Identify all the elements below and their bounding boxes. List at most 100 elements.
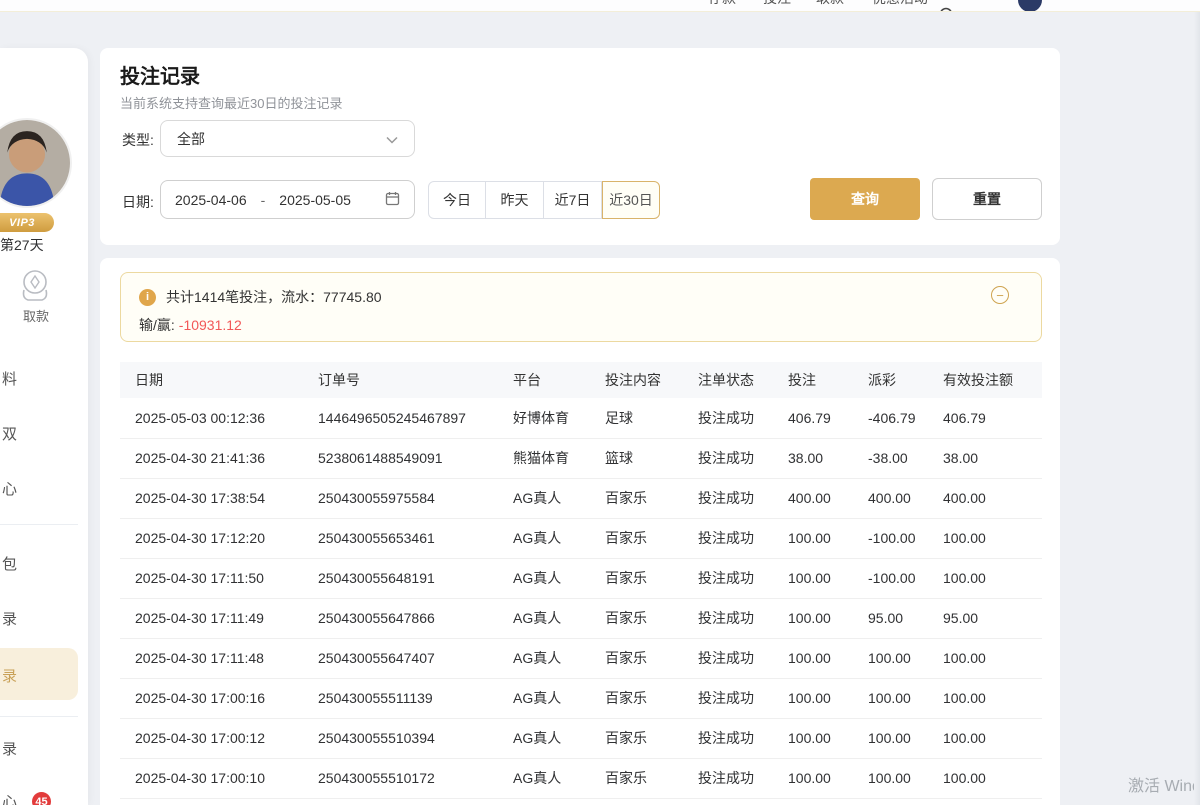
quick-range-button[interactable]: 今日 bbox=[428, 181, 486, 219]
page-subtitle: 当前系统支持查询最近30日的投注记录 bbox=[120, 93, 342, 112]
user-avatar[interactable] bbox=[0, 118, 72, 208]
top-navigation-bar: 存款 投注 取款 优惠活动 bbox=[0, 0, 1200, 12]
cell-status: 投注成功 bbox=[698, 678, 788, 718]
calendar-icon bbox=[385, 191, 400, 209]
table-row[interactable]: 2025-04-30 17:00:16250430055511139AG真人百家… bbox=[120, 678, 1042, 718]
cell-date: 2025-04-30 21:41:36 bbox=[120, 438, 318, 478]
user-sidebar: VIP3 第27天 取款 料双心包录录录心 45 bbox=[0, 48, 88, 805]
cell-content: 百家乐 bbox=[605, 558, 698, 598]
table-row[interactable]: 2025-05-03 00:12:361446496505245467897好博… bbox=[120, 398, 1042, 438]
cell-order: 250430055975584 bbox=[318, 478, 513, 518]
cell-status: 投注成功 bbox=[698, 638, 788, 678]
bet-records-table: 日期订单号平台投注内容注单状态投注派彩有效投注额 2025-05-03 00:1… bbox=[120, 362, 1042, 799]
cell-valid: 100.00 bbox=[943, 518, 1042, 558]
activate-windows-watermark: 激活 Windows bbox=[1128, 772, 1200, 796]
table-row[interactable]: 2025-04-30 17:00:10250430055510172AG真人百家… bbox=[120, 758, 1042, 798]
cell-bet: 100.00 bbox=[788, 598, 868, 638]
cell-valid: 100.00 bbox=[943, 718, 1042, 758]
vip-level-badge: VIP3 bbox=[0, 213, 54, 232]
cell-payout: 100.00 bbox=[868, 718, 943, 758]
cell-content: 百家乐 bbox=[605, 678, 698, 718]
top-nav-bet[interactable]: 投注 bbox=[763, 0, 791, 8]
sidebar-item[interactable]: 双 bbox=[2, 423, 17, 444]
summary-total-text: 共计1414笔投注，流水：77745.80 bbox=[166, 287, 382, 307]
cell-payout: -100.00 bbox=[868, 518, 943, 558]
cell-status: 投注成功 bbox=[698, 518, 788, 558]
collapse-icon[interactable]: − bbox=[991, 286, 1009, 304]
top-nav-promotions[interactable]: 优惠活动 bbox=[872, 0, 928, 8]
cell-valid: 100.00 bbox=[943, 758, 1042, 798]
sidebar-item[interactable]: 心 bbox=[2, 791, 17, 805]
cell-bet: 400.00 bbox=[788, 478, 868, 518]
cell-payout: 100.00 bbox=[868, 758, 943, 798]
date-separator: - bbox=[261, 192, 266, 208]
column-header: 订单号 bbox=[318, 362, 513, 398]
table-row[interactable]: 2025-04-30 17:12:20250430055653461AG真人百家… bbox=[120, 518, 1042, 558]
withdraw-label[interactable]: 取款 bbox=[0, 306, 72, 325]
date-from-value: 2025-04-06 bbox=[175, 192, 247, 208]
summary-box: i 共计1414笔投注，流水：77745.80 输/赢:-10931.12 − bbox=[120, 272, 1042, 342]
date-range-picker[interactable]: 2025-04-06 - 2025-05-05 bbox=[160, 180, 415, 219]
cell-order: 250430055511139 bbox=[318, 678, 513, 718]
cell-order: 250430055510394 bbox=[318, 718, 513, 758]
winloss-value: -10931.12 bbox=[179, 317, 242, 333]
table-row[interactable]: 2025-04-30 17:00:12250430055510394AG真人百家… bbox=[120, 718, 1042, 758]
sidebar-item[interactable]: 包 bbox=[2, 553, 17, 574]
cell-status: 投注成功 bbox=[698, 598, 788, 638]
sidebar-divider bbox=[0, 716, 78, 717]
sidebar-item[interactable]: 录 bbox=[2, 738, 17, 759]
withdraw-icon[interactable] bbox=[16, 268, 54, 304]
sidebar-divider bbox=[0, 524, 78, 525]
cell-payout: -406.79 bbox=[868, 398, 943, 438]
cell-date: 2025-04-30 17:11:49 bbox=[120, 598, 318, 638]
cell-order: 250430055648191 bbox=[318, 558, 513, 598]
chevron-down-icon bbox=[386, 131, 398, 147]
search-button[interactable]: 查询 bbox=[810, 178, 920, 220]
table-row[interactable]: 2025-04-30 21:41:365238061488549091熊猫体育篮… bbox=[120, 438, 1042, 478]
cell-content: 百家乐 bbox=[605, 518, 698, 558]
quick-range-button[interactable]: 昨天 bbox=[486, 181, 544, 219]
cell-date: 2025-04-30 17:38:54 bbox=[120, 478, 318, 518]
column-header: 日期 bbox=[120, 362, 318, 398]
table-row[interactable]: 2025-04-30 17:11:49250430055647866AG真人百家… bbox=[120, 598, 1042, 638]
cell-order: 250430055510172 bbox=[318, 758, 513, 798]
page-title: 投注记录 bbox=[120, 60, 200, 89]
reset-button[interactable]: 重置 bbox=[932, 178, 1042, 220]
cell-platform: 好博体育 bbox=[513, 398, 605, 438]
sidebar-item[interactable]: 心 bbox=[2, 478, 17, 499]
sidebar-item[interactable]: 录 bbox=[2, 608, 17, 629]
cell-date: 2025-04-30 17:00:16 bbox=[120, 678, 318, 718]
sidebar-item[interactable]: 录 bbox=[2, 665, 17, 686]
type-select[interactable]: 全部 bbox=[160, 120, 415, 157]
winloss-label: 输/赢: bbox=[139, 317, 175, 333]
table-row[interactable]: 2025-04-30 17:11:48250430055647407AG真人百家… bbox=[120, 638, 1042, 678]
quick-range-button[interactable]: 近30日 bbox=[602, 181, 660, 219]
cell-content: 百家乐 bbox=[605, 598, 698, 638]
records-panel: i 共计1414笔投注，流水：77745.80 输/赢:-10931.12 − … bbox=[100, 258, 1060, 805]
cell-valid: 100.00 bbox=[943, 558, 1042, 598]
cell-content: 百家乐 bbox=[605, 718, 698, 758]
cell-bet: 100.00 bbox=[788, 558, 868, 598]
cell-valid: 38.00 bbox=[943, 438, 1042, 478]
page-right-edge bbox=[1194, 0, 1200, 805]
cell-bet: 100.00 bbox=[788, 718, 868, 758]
type-select-value: 全部 bbox=[177, 129, 205, 149]
cell-status: 投注成功 bbox=[698, 398, 788, 438]
table-row[interactable]: 2025-04-30 17:11:50250430055648191AG真人百家… bbox=[120, 558, 1042, 598]
table-row[interactable]: 2025-04-30 17:38:54250430055975584AG真人百家… bbox=[120, 478, 1042, 518]
quick-range-group: 今日昨天近7日近30日 bbox=[428, 181, 660, 219]
column-header: 派彩 bbox=[868, 362, 943, 398]
cell-status: 投注成功 bbox=[698, 718, 788, 758]
top-nav-deposit[interactable]: 存款 bbox=[708, 0, 736, 8]
sidebar-item[interactable]: 料 bbox=[2, 368, 17, 389]
search-icon[interactable] bbox=[938, 6, 956, 12]
date-label: 日期: bbox=[122, 192, 154, 212]
top-nav-withdraw[interactable]: 取款 bbox=[816, 0, 844, 8]
cell-payout: -38.00 bbox=[868, 438, 943, 478]
type-label: 类型: bbox=[122, 130, 154, 150]
cell-status: 投注成功 bbox=[698, 758, 788, 798]
avatar-photo bbox=[0, 120, 70, 206]
cell-platform: AG真人 bbox=[513, 638, 605, 678]
filter-panel: 投注记录 当前系统支持查询最近30日的投注记录 类型: 全部 日期: 2025-… bbox=[100, 48, 1060, 245]
quick-range-button[interactable]: 近7日 bbox=[544, 181, 602, 219]
